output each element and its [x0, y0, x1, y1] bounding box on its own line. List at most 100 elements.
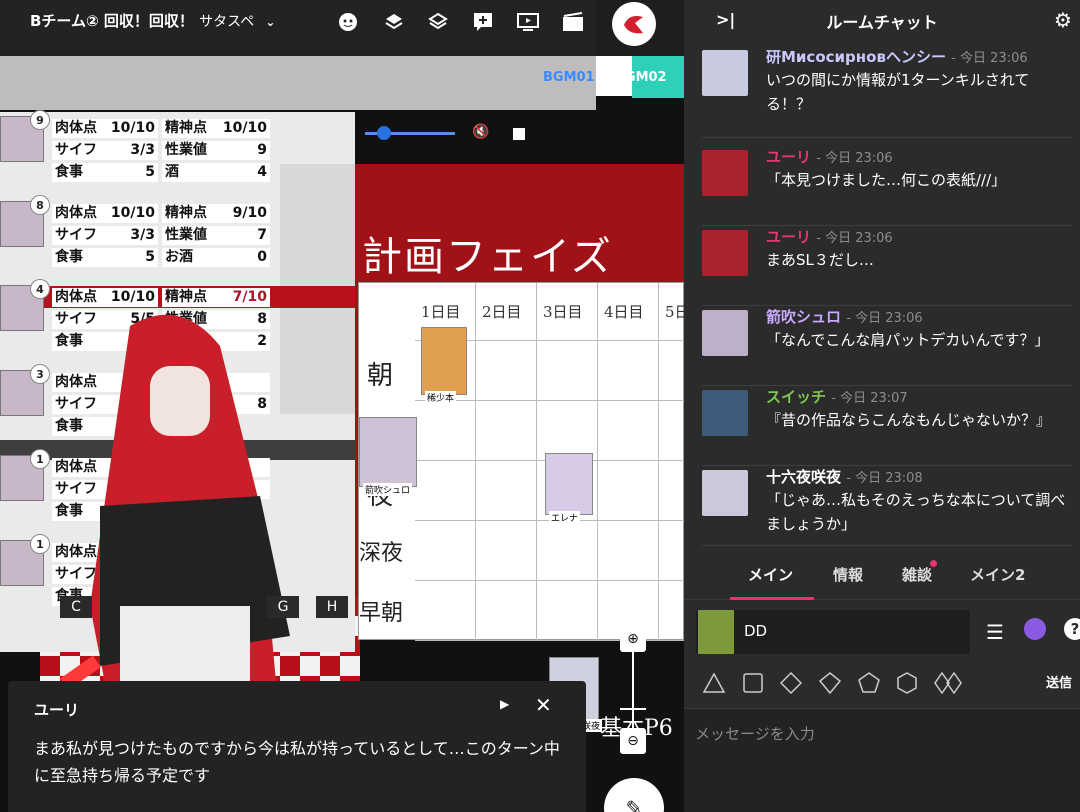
chat-message[interactable]: 十六夜咲夜 - 今日 23:08 「じゃあ…私もそのえっちな本について調べましょう… [702, 466, 1072, 546]
character-piece[interactable] [421, 327, 467, 395]
list-icon[interactable]: ☰ [986, 620, 1004, 644]
d4-icon[interactable] [703, 672, 725, 694]
d100-icon[interactable] [934, 672, 962, 694]
message-body: 「じゃあ…私もそのえっちな本について調べましょうか」 [766, 491, 1066, 533]
schedule-cell[interactable] [598, 521, 659, 581]
close-icon[interactable]: ✕ [535, 693, 552, 717]
bgm02-tab[interactable]: BGM02 [615, 70, 667, 85]
zoom-out-button[interactable]: ⊖ [620, 728, 646, 754]
stat-label: 食事 [55, 164, 83, 180]
column-label: G [267, 596, 299, 618]
character-piece[interactable] [545, 453, 593, 515]
app-logo-icon[interactable] [612, 2, 656, 46]
tab-info[interactable]: 情報 [833, 564, 863, 585]
volume-thumb[interactable] [377, 126, 391, 140]
d20-icon[interactable] [896, 672, 918, 694]
tab-chat[interactable]: 雑談 [902, 564, 932, 585]
schedule-cell[interactable] [476, 461, 537, 521]
zoom-slider-thumb[interactable] [620, 708, 646, 710]
character-piece[interactable] [359, 417, 417, 487]
schedule-cell[interactable] [537, 581, 598, 641]
schedule-cell[interactable] [476, 341, 537, 401]
schedule-cell[interactable] [659, 581, 684, 641]
message-author-tail: ヘンシー [885, 48, 946, 66]
chat-message[interactable]: スイッチ - 今日 23:07 『昔の作品ならこんなもんじゃないか？』 [702, 386, 1072, 466]
mute-icon[interactable]: 🔇 [472, 124, 492, 142]
character-status-2[interactable]: 8 肉体点 10/10 精神点 9/10 サイフ 3/3 性業値 7 食事 5 お酒 0 [0, 195, 280, 271]
chevron-down-icon[interactable]: ⌄ [265, 15, 275, 29]
stat-field: 性業値 9 [162, 141, 270, 160]
message-avatar[interactable] [702, 150, 748, 196]
gear-icon[interactable]: ⚙ [1054, 8, 1072, 32]
schedule-cell[interactable] [415, 581, 476, 641]
piece-label: エレナ [549, 511, 581, 524]
chat-input-area: DD ☰ ? 送信 メッセージを入力 [684, 600, 1080, 812]
message-avatar[interactable] [702, 50, 748, 96]
schedule-cell[interactable] [659, 341, 684, 401]
schedule-cell[interactable] [598, 341, 659, 401]
stat-label: サイフ [55, 227, 97, 243]
message-author: スイッチ - 今日 23:07 [766, 386, 908, 407]
d12-icon[interactable] [858, 672, 880, 694]
d8-icon[interactable] [780, 672, 802, 694]
message-author-name: スイッチ [766, 388, 827, 406]
room-title[interactable]: Bチーム② 回収！回収！ サタスペ ⌄ [30, 10, 275, 31]
schedule-cell[interactable] [537, 401, 598, 461]
pencil-icon: ✎ [625, 796, 643, 812]
character-avatar [698, 610, 734, 654]
zoom-in-button[interactable]: ⊕ [620, 626, 646, 652]
bgm01-tab[interactable]: BGM01 [543, 70, 595, 85]
add-comment-icon[interactable] [471, 10, 495, 34]
schedule-cell[interactable] [537, 521, 598, 581]
message-author: 箭吹シュロ - 今日 23:06 [766, 306, 923, 327]
schedule-cell[interactable] [598, 401, 659, 461]
character-selector[interactable]: DD [696, 610, 970, 654]
stat-value: 3/3 [130, 142, 155, 158]
zoom-slider[interactable] [632, 652, 634, 728]
schedule-cell[interactable] [598, 461, 659, 521]
palette-icon[interactable] [1024, 618, 1046, 640]
movie-icon[interactable] [561, 10, 585, 34]
initiative-badge: 8 [30, 195, 50, 215]
schedule-cell[interactable] [476, 521, 537, 581]
screen-share-icon[interactable] [516, 10, 540, 34]
schedule-cell[interactable] [415, 401, 476, 461]
stat-label: 肉体点 [55, 120, 97, 136]
help-icon[interactable]: ? [1064, 618, 1080, 640]
message-avatar[interactable] [702, 390, 748, 436]
layers-icon[interactable] [382, 10, 406, 34]
schedule-cell[interactable] [537, 341, 598, 401]
schedule-cell[interactable] [415, 521, 476, 581]
d10-icon[interactable] [819, 672, 841, 694]
d6-icon[interactable] [742, 672, 764, 694]
stat-label: 精神点 [165, 120, 207, 136]
chat-header: >| ルームチャット ⚙ [684, 0, 1080, 40]
schedule-cell[interactable] [476, 401, 537, 461]
message-avatar[interactable] [702, 310, 748, 356]
tab-main[interactable]: メイン [748, 564, 793, 585]
chat-message[interactable]: 箭吹シュロ - 今日 23:06 「なんでこんな肩パットデカいんです？」 [702, 306, 1072, 386]
layers-outline-icon[interactable] [426, 10, 450, 34]
schedule-cell[interactable] [415, 461, 476, 521]
stat-value: 3/3 [130, 227, 155, 243]
message-avatar[interactable] [702, 470, 748, 516]
time-label: 早朝 [359, 601, 404, 626]
unread-dot [930, 560, 937, 567]
stop-icon[interactable] [513, 128, 525, 140]
schedule-cell[interactable] [659, 461, 684, 521]
message-author: 十六夜咲夜 - 今日 23:08 [766, 466, 923, 487]
face-icon[interactable] [336, 10, 360, 34]
schedule-cell[interactable] [476, 581, 537, 641]
chat-message[interactable]: ユーリ - 今日 23:06 まあSL３だし… [702, 226, 1072, 306]
character-status-1[interactable]: 9 肉体点 10/10 精神点 10/10 サイフ 3/3 性業値 9 食事 5 酒 4 [0, 110, 280, 186]
message-avatar[interactable] [702, 230, 748, 276]
schedule-cell[interactable] [659, 521, 684, 581]
chat-message[interactable]: ユーリ - 今日 23:06 「本見つけました…何この表紙///」 [702, 146, 1072, 226]
chat-message[interactable]: 研Мисосирновヘンシー - 今日 23:06 いつの間にか情報が1ターンキ… [702, 46, 1072, 138]
next-icon[interactable]: ▶ [500, 697, 509, 711]
message-input[interactable]: メッセージを入力 [684, 708, 1080, 812]
tab-main2[interactable]: メイン2 [970, 564, 1025, 585]
edit-fab[interactable]: ✎ [604, 778, 664, 812]
send-button[interactable]: 送信 [1046, 672, 1072, 691]
schedule-cell[interactable] [659, 401, 684, 461]
